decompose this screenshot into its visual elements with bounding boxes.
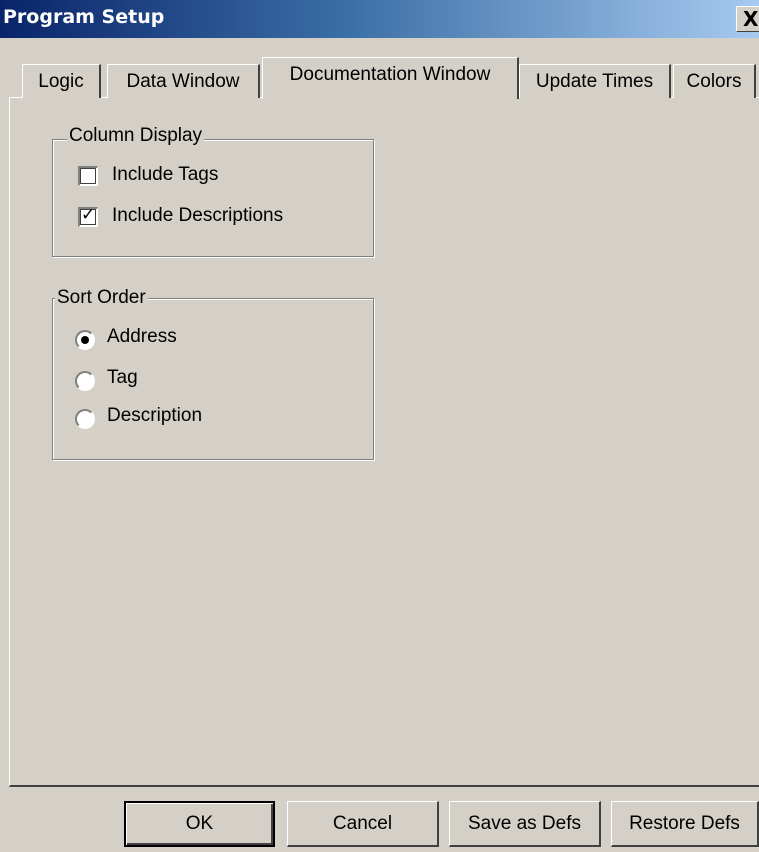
save-as-defs-button[interactable]: Save as Defs	[449, 801, 601, 847]
tab-documentation-window[interactable]: Documentation Window	[262, 57, 519, 99]
include-tags-label[interactable]: Include Tags	[112, 164, 218, 186]
title-bar: Program Setup X	[0, 0, 759, 38]
tag-label[interactable]: Tag	[107, 367, 138, 389]
sort-order-label: Sort Order	[55, 287, 148, 309]
sort-order-group	[52, 298, 374, 460]
address-radio[interactable]	[75, 330, 95, 350]
radio-selected-dot	[81, 336, 89, 344]
tab-label: Colors	[686, 70, 742, 92]
tab-logic[interactable]: Logic	[22, 64, 101, 98]
address-label[interactable]: Address	[107, 326, 177, 348]
column-display-label: Column Display	[67, 125, 205, 147]
description-label[interactable]: Description	[107, 405, 202, 427]
description-radio[interactable]	[75, 409, 95, 429]
cancel-button[interactable]: Cancel	[287, 801, 439, 847]
ok-button[interactable]: OK	[124, 801, 275, 847]
tab-label: Logic	[38, 70, 84, 92]
tag-radio[interactable]	[75, 371, 95, 391]
include-descriptions-checkbox[interactable]: ✓	[78, 205, 98, 227]
window-title: Program Setup	[3, 6, 165, 28]
tab-data-window[interactable]: Data Window	[107, 64, 260, 98]
tab-colors[interactable]: Colors	[673, 64, 756, 98]
restore-defs-button[interactable]: Restore Defs	[611, 801, 759, 847]
include-tags-checkbox[interactable]	[78, 166, 98, 186]
close-button[interactable]: X	[736, 6, 759, 32]
include-descriptions-label[interactable]: Include Descriptions	[112, 205, 283, 227]
close-icon: X	[743, 7, 759, 31]
column-display-group	[52, 139, 374, 257]
tab-label: Data Window	[126, 70, 240, 92]
tab-label: Documentation Window	[289, 64, 491, 85]
tab-label: Update Times	[535, 70, 654, 92]
tab-update-times[interactable]: Update Times	[519, 64, 671, 98]
checkmark-icon: ✓	[81, 205, 96, 225]
